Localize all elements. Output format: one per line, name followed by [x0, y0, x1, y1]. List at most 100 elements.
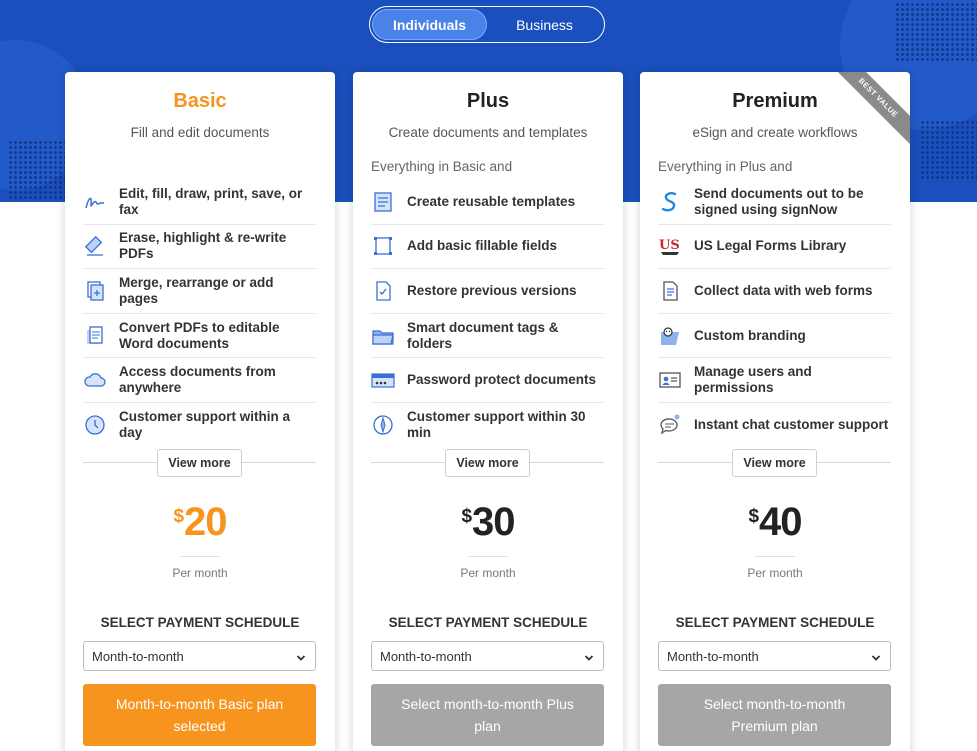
- schedule-label: SELECT PAYMENT SCHEDULE: [388, 615, 588, 630]
- chevron-down-icon: [296, 651, 306, 666]
- plan-select-button[interactable]: Select month-to-month Plus plan: [371, 684, 604, 746]
- plan-select-button[interactable]: Month-to-month Basic plan selected: [83, 684, 316, 746]
- feature-label: Send documents out to be signed using si…: [694, 185, 864, 217]
- view-more-button[interactable]: View more: [445, 449, 530, 477]
- feature-label: Collect data with web forms: [694, 282, 873, 298]
- toggle-individuals[interactable]: Individuals: [372, 9, 487, 40]
- feature-label: Custom branding: [694, 327, 806, 343]
- branding-icon: [658, 324, 682, 348]
- feature-item: Manage users and permissions: [658, 358, 891, 403]
- select-value: Month-to-month: [667, 648, 759, 664]
- feature-item: Smart document tags & folders: [371, 314, 604, 359]
- schedule-label: SELECT PAYMENT SCHEDULE: [675, 615, 875, 630]
- plan-title: Premium: [732, 90, 818, 112]
- price-currency: $: [461, 506, 473, 527]
- eraser-icon: [83, 234, 107, 258]
- price-currency: $: [748, 506, 760, 527]
- feature-list: Edit, fill, draw, print, save, or fax Er…: [83, 180, 316, 448]
- svg-text:US: US: [659, 238, 680, 253]
- feature-item: Customer support within 30 min: [371, 403, 604, 448]
- restore-version-icon: [371, 279, 395, 303]
- decorative-dots: [895, 2, 977, 62]
- us-legal-forms-icon: US: [658, 234, 682, 258]
- plan-subtitle: eSign and create workflows: [692, 125, 858, 140]
- plan-select-button[interactable]: Select month-to-month Premium plan: [658, 684, 891, 746]
- feature-label: US Legal Forms Library: [694, 238, 847, 254]
- fillable-fields-icon: [371, 234, 395, 258]
- compass-icon: [371, 413, 395, 437]
- feature-list: Create reusable templates Add basic fill…: [371, 180, 604, 448]
- payment-schedule-select[interactable]: Month-to-month: [371, 641, 604, 671]
- user-card-icon: [658, 368, 682, 392]
- price-amount: 40: [759, 500, 802, 544]
- feature-label: Access documents from anywhere: [119, 364, 276, 396]
- feature-label: Customer support within 30 min: [407, 409, 586, 441]
- chat-icon: [658, 413, 682, 437]
- plan-includes-note: Everything in Plus and: [658, 159, 793, 174]
- feature-label: Create reusable templates: [407, 193, 576, 209]
- template-icon: [371, 190, 395, 214]
- feature-item: Create reusable templates: [371, 180, 604, 225]
- password-icon: [371, 368, 395, 392]
- feature-label: Password protect documents: [407, 372, 597, 388]
- audience-toggle: Individuals Business: [369, 6, 605, 43]
- price-period: Per month: [172, 566, 228, 580]
- web-form-icon: [658, 279, 682, 303]
- plan-includes-note: Everything in Basic and: [371, 159, 513, 174]
- feature-label: Instant chat customer support: [694, 417, 889, 433]
- plan-title: Plus: [466, 90, 510, 112]
- toggle-business[interactable]: Business: [487, 9, 602, 40]
- chevron-down-icon: [871, 651, 881, 666]
- feature-item: Access documents from anywhere: [83, 358, 316, 403]
- schedule-label: SELECT PAYMENT SCHEDULE: [100, 615, 300, 630]
- chevron-down-icon: [584, 651, 594, 666]
- price-period: Per month: [747, 566, 803, 580]
- feature-item: Customer support within a day: [83, 403, 316, 448]
- plan-card-premium: BEST VALUE Premium eSign and create work…: [640, 72, 910, 751]
- feature-label: Smart document tags & folders: [407, 319, 559, 351]
- feature-label: Add basic fillable fields: [407, 238, 558, 254]
- divider: [180, 556, 220, 557]
- plan-card-basic: Basic Fill and edit documents Edit, fill…: [65, 72, 335, 751]
- decorative-dots: [920, 120, 977, 180]
- divider: [755, 556, 795, 557]
- feature-item: Merge, rearrange or add pages: [83, 269, 316, 314]
- divider: [468, 556, 508, 557]
- feature-item: Restore previous versions: [371, 269, 604, 314]
- plan-card-plus: Plus Create documents and templates Ever…: [353, 72, 623, 751]
- feature-label: Convert PDFs to editable Word documents: [119, 319, 280, 351]
- payment-schedule-select[interactable]: Month-to-month: [83, 641, 316, 671]
- plan-subtitle: Fill and edit documents: [130, 125, 270, 140]
- view-more-button[interactable]: View more: [732, 449, 817, 477]
- signnow-icon: [658, 190, 682, 214]
- feature-label: Manage users and permissions: [694, 364, 812, 396]
- feature-item: Collect data with web forms: [658, 269, 891, 314]
- price: $40: [640, 500, 910, 545]
- add-pages-icon: [83, 279, 107, 303]
- signature-icon: [83, 190, 107, 214]
- feature-item: Erase, highlight & re-write PDFs: [83, 225, 316, 270]
- feature-label: Merge, rearrange or add pages: [119, 274, 274, 306]
- feature-label: Erase, highlight & re-write PDFs: [119, 230, 287, 262]
- price-currency: $: [173, 506, 185, 527]
- feature-list: Send documents out to be signed using si…: [658, 180, 891, 448]
- feature-item: Edit, fill, draw, print, save, or fax: [83, 180, 316, 225]
- payment-schedule-select[interactable]: Month-to-month: [658, 641, 891, 671]
- view-more-button[interactable]: View more: [157, 449, 242, 477]
- price-period: Per month: [460, 566, 516, 580]
- plan-title: Basic: [173, 90, 227, 112]
- feature-label: Restore previous versions: [407, 282, 577, 298]
- convert-doc-icon: [83, 324, 107, 348]
- price-amount: 30: [472, 500, 515, 544]
- feature-label: Customer support within a day: [119, 409, 291, 441]
- select-value: Month-to-month: [380, 648, 472, 664]
- price: $20: [65, 500, 335, 545]
- feature-item: US US Legal Forms Library: [658, 225, 891, 270]
- feature-item: Convert PDFs to editable Word documents: [83, 314, 316, 359]
- feature-item: Custom branding: [658, 314, 891, 359]
- feature-item: Send documents out to be signed using si…: [658, 180, 891, 225]
- feature-item: Password protect documents: [371, 358, 604, 403]
- feature-item: Instant chat customer support: [658, 403, 891, 448]
- cloud-icon: [83, 368, 107, 392]
- price: $30: [353, 500, 623, 545]
